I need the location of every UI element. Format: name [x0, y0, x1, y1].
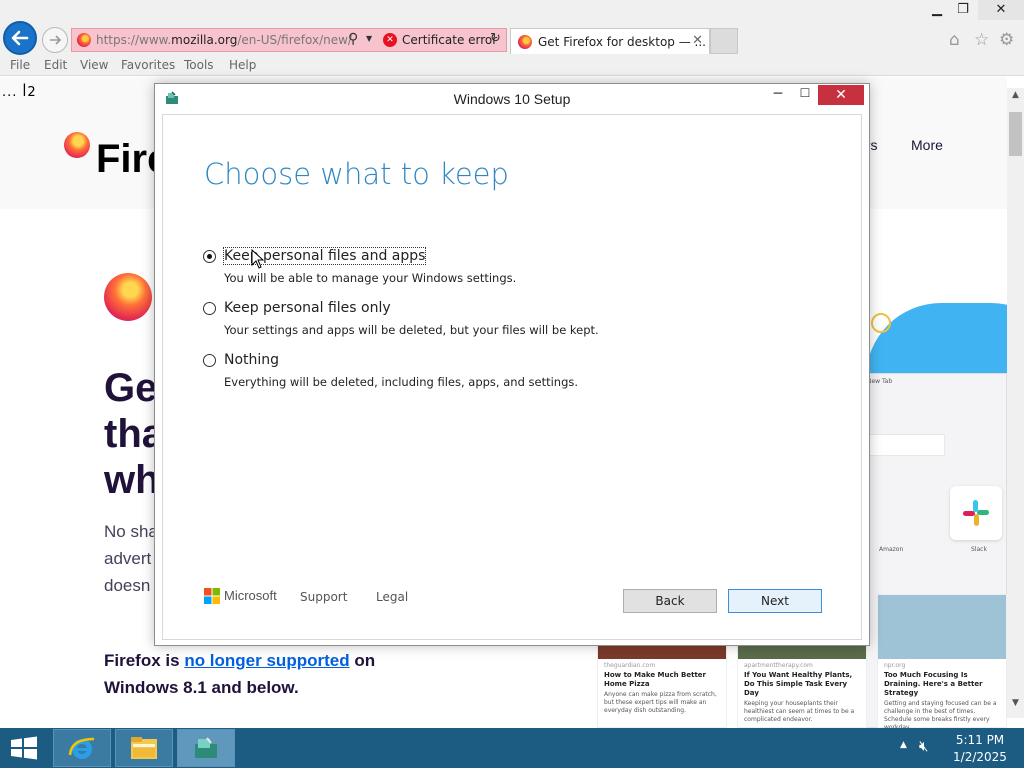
page-dots: ... ꟾ2 [2, 85, 37, 100]
option-description: Everything will be deleted, including fi… [224, 375, 579, 389]
arrow-left-icon [11, 30, 29, 46]
close-tab-icon[interactable]: ✕ [692, 33, 703, 48]
forward-button[interactable] [42, 27, 68, 53]
arrow-right-icon [50, 35, 62, 45]
taskbar: ▲ 🔇︎ 5:11 PM 1/2/2025 [0, 728, 1024, 768]
story-desc: Getting and staying focused can be a cha… [884, 700, 997, 728]
folder-icon [131, 737, 157, 759]
dialog-close-button[interactable]: ✕ [818, 85, 864, 105]
preview-tab-label: New Tab [867, 378, 893, 385]
radio-button[interactable] [203, 354, 216, 367]
slack-tile [950, 486, 1002, 540]
scroll-up-icon[interactable]: ▲ [1007, 90, 1024, 108]
certificate-error-label[interactable]: Certificate error [402, 33, 497, 47]
story-desc: Anyone can make pizza from scratch, but … [604, 691, 717, 714]
back-button[interactable]: Back [623, 589, 717, 613]
home-icon[interactable]: ⌂ [949, 30, 960, 50]
windows-start-icon[interactable] [9, 736, 39, 760]
story-desc: Keeping your houseplants their healthies… [744, 700, 855, 723]
option-label[interactable]: Nothing [224, 352, 279, 368]
story-title: How to Make Much Better Home Pizza [604, 671, 706, 688]
story-image [878, 595, 1006, 659]
nav-item-more[interactable]: More [911, 137, 943, 153]
slack-icon [963, 500, 989, 526]
story-card: npr.org Too Much Focusing Is Draining. H… [877, 594, 1007, 728]
story-source: theguardian.com [604, 662, 656, 669]
favorites-star-icon[interactable]: ☆ [974, 30, 989, 50]
close-button[interactable]: ✕ [978, 0, 1024, 20]
clock-time[interactable]: 5:11 PM [952, 733, 1008, 747]
preview-search-box [857, 434, 945, 456]
refresh-icon[interactable]: ↻ [490, 31, 501, 46]
page-title: Choose what to keep [204, 157, 509, 191]
story-title: Too Much Focusing Is Draining. Here's a … [884, 671, 983, 697]
firefox-favicon-icon [518, 34, 532, 49]
clock-date[interactable]: 1/2/2025 [952, 750, 1008, 764]
new-tab-button[interactable] [710, 28, 738, 54]
setup-dialog: Windows 10 Setup ─ ☐ ✕ Choose what to ke… [154, 83, 870, 646]
no-longer-supported-link[interactable]: no longer supported [184, 651, 349, 670]
dialog-title: Windows 10 Setup [453, 91, 571, 107]
microsoft-label: Microsoft [224, 588, 277, 603]
legal-link[interactable]: Legal [376, 590, 408, 604]
browser-tab[interactable]: Get Firefox for desktop — ... ✕ [510, 28, 710, 54]
browser-titlebar: https://www.mozilla.org/en-US/firefox/ne… [0, 0, 1024, 56]
story-title: If You Want Healthy Plants, Do This Simp… [744, 671, 853, 697]
address-bar[interactable]: https://www.mozilla.org/en-US/firefox/ne… [71, 28, 507, 52]
menu-file[interactable]: File [10, 58, 30, 72]
dialog-minimize-button[interactable]: ─ [765, 86, 791, 108]
support-link[interactable]: Support [300, 590, 347, 604]
error-icon[interactable]: ✕ [383, 33, 397, 47]
amazon-tile-label: Amazon [879, 546, 904, 553]
option-label[interactable]: Keep personal files only [224, 300, 391, 316]
mouse-cursor-icon [251, 249, 264, 269]
support-notice: Firefox is no longer supported on Window… [104, 651, 376, 697]
setup-app-icon [195, 737, 217, 758]
scroll-down-icon[interactable]: ▼ [1007, 698, 1024, 716]
dialog-maximize-button[interactable]: ☐ [792, 86, 818, 108]
scroll-thumb[interactable] [1009, 112, 1022, 156]
menu-tools[interactable]: Tools [184, 58, 214, 72]
internet-explorer-icon [68, 737, 95, 759]
dialog-titlebar[interactable]: Windows 10 Setup ─ ☐ ✕ [155, 84, 869, 114]
search-icon[interactable]: ⚲ [348, 31, 358, 47]
firefox-logo-icon [104, 273, 152, 321]
menu-favorites[interactable]: Favorites [121, 58, 175, 72]
option-description: Your settings and apps will be deleted, … [224, 323, 599, 337]
next-button[interactable]: Next [728, 589, 822, 613]
tray-overflow-icon[interactable]: ▲ [900, 740, 907, 750]
preview-ring [871, 313, 891, 333]
menu-bar: File Edit View Favorites Tools Help [0, 56, 1024, 76]
taskbar-internet-explorer[interactable] [53, 729, 111, 767]
dropdown-icon[interactable]: ▼ [366, 34, 372, 43]
firefox-logo-icon[interactable] [64, 132, 90, 158]
menu-edit[interactable]: Edit [44, 58, 67, 72]
volume-muted-icon[interactable]: 🔇︎ [919, 737, 928, 755]
firefox-favicon-icon [77, 33, 91, 47]
menu-view[interactable]: View [80, 58, 108, 72]
story-source: apartmenttherapy.com [744, 662, 813, 669]
dialog-body: Choose what to keep Keep personal files … [162, 114, 862, 640]
tab-title: Get Firefox for desktop — ... [538, 34, 706, 49]
gear-icon[interactable]: ⚙ [999, 30, 1014, 50]
taskbar-file-explorer[interactable] [115, 729, 173, 767]
story-source: npr.org [884, 662, 906, 669]
menu-help[interactable]: Help [229, 58, 256, 72]
vertical-scrollbar[interactable] [1007, 88, 1024, 718]
address-url[interactable]: https://www.mozilla.org/en-US/firefox/ne… [96, 33, 352, 47]
option-description: You will be able to manage your Windows … [224, 271, 517, 285]
radio-button-selected[interactable] [203, 250, 216, 263]
radio-button[interactable] [203, 302, 216, 315]
restore-button[interactable]: ❐ [946, 0, 980, 20]
microsoft-logo-icon [204, 588, 220, 604]
back-button[interactable] [3, 21, 37, 55]
taskbar-windows-setup[interactable] [177, 729, 235, 767]
slack-tile-label: Slack [971, 546, 987, 553]
